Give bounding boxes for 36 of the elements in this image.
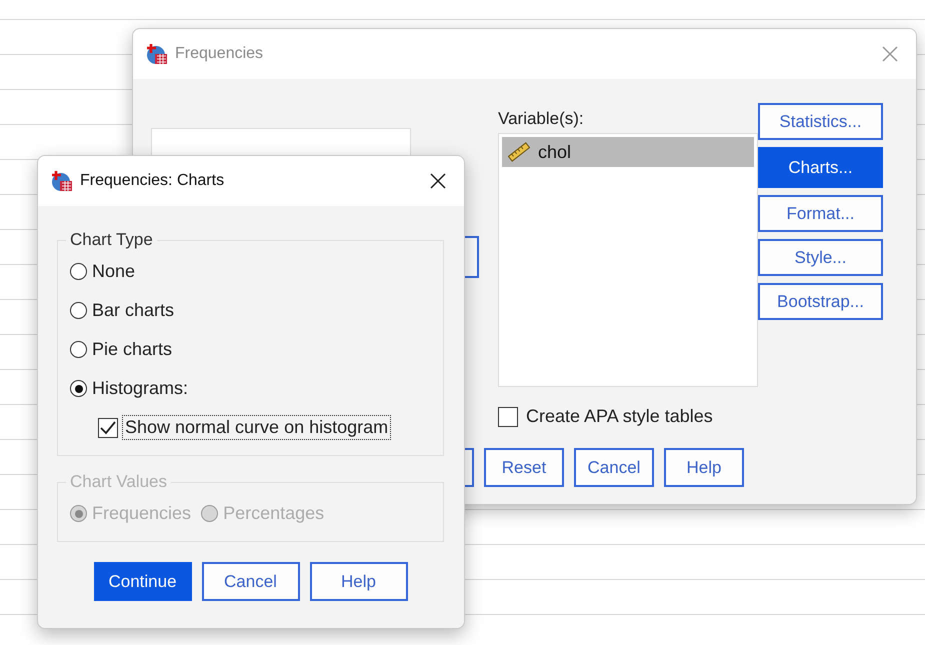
options-button[interactable]: Format...: [758, 195, 883, 232]
radio-label: Histograms:: [92, 378, 188, 399]
dialog-button[interactable]: Continue: [94, 562, 192, 601]
dialog-button[interactable]: Help: [664, 448, 744, 487]
options-button[interactable]: Statistics...: [758, 103, 883, 140]
checkbox[interactable]: [98, 418, 118, 438]
radio-label: Percentages: [223, 503, 324, 524]
options-button[interactable]: Charts...: [758, 147, 883, 188]
radio-button[interactable]: [70, 380, 87, 397]
group-title: Chart Type: [69, 230, 154, 250]
radio-label: None: [92, 261, 136, 282]
variables-list[interactable]: chol: [498, 133, 758, 387]
options-button[interactable]: Bootstrap...: [758, 283, 883, 320]
radio-label: Frequencies: [92, 503, 192, 524]
app-icon: [50, 169, 74, 193]
checkbox-label: Show normal curve on histogram: [123, 416, 390, 439]
group-title: Chart Values: [69, 472, 168, 492]
radio-label: Bar charts: [92, 300, 174, 321]
dialog-button[interactable]: Cancel: [574, 448, 654, 487]
dialog-button[interactable]: Cancel: [202, 562, 300, 601]
variable-item[interactable]: chol: [502, 137, 754, 167]
window-title: Frequencies: [175, 45, 264, 63]
dialog-button[interactable]: Reset: [484, 448, 564, 487]
checkbox[interactable]: [498, 406, 518, 426]
window-title: Frequencies: Charts: [80, 172, 226, 190]
checkbox-label: Create APA style tables: [525, 405, 714, 428]
radio-label: Pie charts: [92, 339, 172, 360]
variables-label: Variable(s):: [498, 109, 585, 129]
radio-button[interactable]: [70, 263, 87, 280]
radio-button[interactable]: [70, 341, 87, 358]
dialog-button[interactable]: Help: [310, 562, 408, 601]
app-icon: [145, 42, 169, 66]
options-button[interactable]: Style...: [758, 239, 883, 276]
radio-button[interactable]: [70, 302, 87, 319]
close-icon: [882, 46, 898, 62]
close-icon: [430, 173, 446, 189]
